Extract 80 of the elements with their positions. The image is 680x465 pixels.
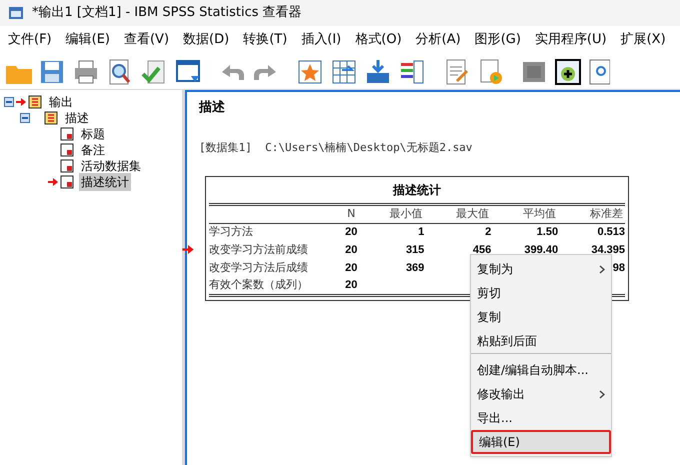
document-icon [60,159,74,173]
menu-item[interactable]: 格式(O) [349,28,408,52]
menu-item[interactable]: 扩展(X) [614,28,672,52]
menu-item[interactable]: 创建/编辑自动脚本... [471,358,611,382]
menu-item[interactable]: 复制 [471,305,611,329]
row-label: 改变学习方法后成绩 [209,260,308,274]
row-label: 有效个案数（成列） [209,278,308,291]
table-cell: 20 [345,244,358,256]
dataset-path: [数据集1] C:\Users\楠楠\Desktop\无标题2.sav [199,140,474,156]
table-cell: 20 [345,262,358,274]
table-cell: 1.50 [536,226,558,238]
menu-item[interactable]: 编辑(E) [471,430,611,454]
output-heading: 描述 [199,99,226,117]
app-icon [8,5,24,21]
table-cell: 369 [406,262,424,274]
menu-item[interactable]: 图形(G) [468,28,527,52]
menu-item[interactable]: 修改输出 [471,382,611,406]
column-header: 最大值 [424,204,492,223]
printer-icon[interactable] [72,58,100,86]
menu-item[interactable]: 粘贴到后面 [471,329,611,354]
menu-item[interactable]: 编辑(E) [60,28,116,52]
outline-item[interactable]: 输出 [47,93,75,111]
column-header: 平均值 [491,204,558,223]
arrow-icon [16,98,26,106]
column-header: 最小值 [357,204,424,223]
menu-item-label: 剪切 [477,285,501,302]
row-label: 改变学习方法前成绩 [209,242,308,256]
document-icon [60,127,74,141]
menu-item[interactable]: 剪切 [471,281,611,305]
book-icon [44,111,58,125]
plus-icon[interactable] [554,58,582,86]
table-cell: 0.513 [597,226,625,238]
menu-item[interactable]: 转换(T) [237,28,294,52]
star-table-icon[interactable] [296,58,324,86]
window-title: *输出1 [文档1] - IBM SPSS Statistics 查看器 [32,4,302,22]
table-title: 描述统计 [392,182,442,199]
column-header: N [334,204,358,223]
menu-item[interactable]: 复制为 [471,257,611,281]
outline-item[interactable]: 描述统计 [79,173,131,191]
table-cell: 98 [612,262,625,274]
menu-item[interactable]: 实用程序(U) [528,28,613,52]
document-icon [60,143,74,157]
table-arrow-icon[interactable] [330,58,358,86]
collapse-toggle[interactable] [4,97,14,107]
download-table-icon[interactable] [364,58,392,86]
table-cell: 1 [418,226,424,238]
table-cell: 20 [345,279,358,291]
menu-item[interactable]: 文件(F) [2,28,58,52]
chevron-right-icon [599,390,605,398]
table-cell: 2 [485,226,492,238]
menu-item[interactable]: 插入(I) [295,28,348,52]
menu-item[interactable]: 分析(A) [410,28,467,52]
menu-item[interactable]: 查看(V) [118,28,176,52]
table-cell: 315 [406,244,424,256]
table-cell: 456 [472,244,492,256]
menu-item-label: 修改输出 [477,386,525,403]
outline-item[interactable]: 标题 [79,125,107,143]
table-cell: 34.395 [591,244,625,256]
column-header: 标准差 [558,204,625,223]
menu-item-label: 复制 [477,309,501,326]
table-cell: 399.40 [524,244,558,256]
book-icon [28,95,42,109]
menu-item[interactable]: 数据(D) [177,28,236,52]
menu-item-label: 创建/编辑自动脚本... [477,362,588,379]
outline-item[interactable]: 活动数据集 [79,157,143,175]
list-table-icon[interactable] [398,58,426,86]
search-icon[interactable] [588,58,610,86]
document-icon [60,175,74,189]
chevron-right-icon [599,264,605,274]
menu-item-label: 导出... [477,410,512,427]
menu-item-label: 复制为 [477,261,513,278]
menu-item[interactable]: 导出... [471,406,611,430]
outline-item[interactable]: 备注 [79,141,107,159]
collapse-toggle[interactable] [20,113,30,123]
row-label: 学习方法 [209,225,253,238]
table-cell: 20 [345,226,358,238]
outline-item[interactable]: 描述 [63,109,91,127]
arrow-icon [48,178,58,186]
menu-item-label: 编辑(E) [479,434,520,451]
menu-item-label: 粘贴到后面 [477,333,537,350]
